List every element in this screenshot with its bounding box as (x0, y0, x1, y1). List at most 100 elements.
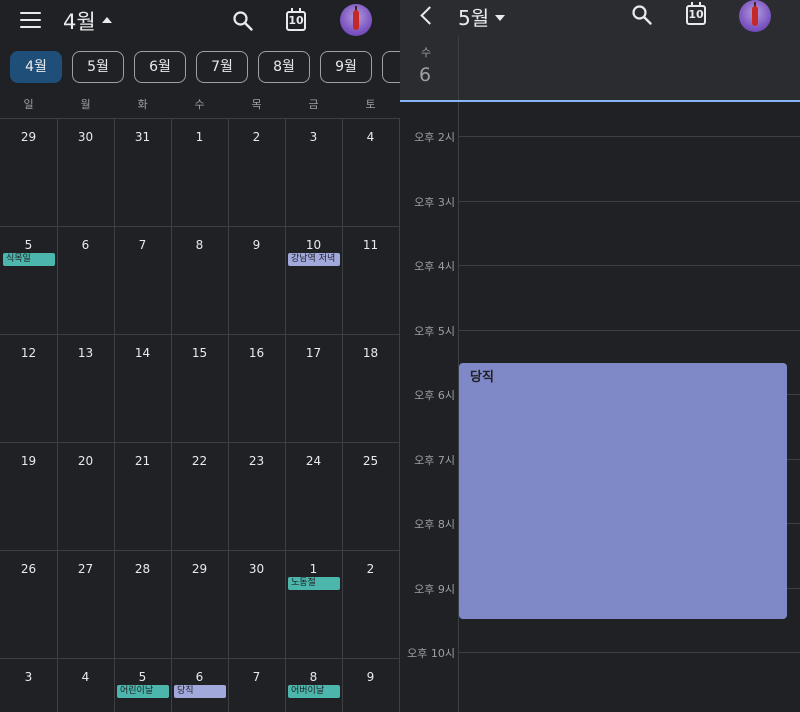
weekday-label: 일 (23, 98, 34, 111)
day-number[interactable]: 5 (114, 670, 171, 684)
caret-down-icon (495, 14, 506, 21)
hour-label: 오후 3시 (414, 195, 455, 209)
day-number[interactable]: 8 (285, 670, 342, 684)
day-number[interactable]: 24 (285, 454, 342, 468)
hour-label: 오후 8시 (414, 518, 455, 531)
month-selector[interactable]: 4월 (63, 6, 112, 36)
selected-day-of-week: 수 (421, 46, 432, 59)
event-chip[interactable]: 강남역 저녁 (288, 253, 340, 266)
event-chip[interactable]: 노동절 (288, 577, 340, 590)
day-number[interactable]: 5 (0, 238, 57, 252)
today-calendar-icon[interactable]: 10 (286, 8, 306, 31)
grid-line (0, 658, 400, 659)
day-number[interactable]: 6 (171, 670, 228, 684)
month-view-pane: 4월 10 4월5월6월7월8월9월1 일월화수목금토 293031123456… (0, 0, 400, 712)
day-number[interactable]: 22 (171, 454, 228, 468)
avatar[interactable] (739, 0, 771, 32)
day-number[interactable]: 23 (228, 454, 285, 468)
day-number[interactable]: 14 (114, 346, 171, 360)
hour-line (458, 265, 800, 266)
day-number[interactable]: 2 (228, 130, 285, 144)
day-number[interactable]: 12 (0, 346, 57, 360)
day-number[interactable]: 13 (57, 346, 114, 360)
hour-line (458, 329, 800, 331)
day-view-pane: 5월 10 수 6 오후 2시 오후 3시 오후 4시 오후 5시 오후 6시 오후 7시… (400, 0, 800, 712)
hour-label: 오후 9시 (414, 582, 455, 596)
caret-up-icon (101, 17, 112, 23)
weekday-label: 목 (251, 98, 262, 111)
event-block[interactable]: 당직 (459, 363, 787, 619)
month-chip[interactable]: 7월 (196, 51, 248, 83)
day-number[interactable]: 18 (342, 346, 399, 360)
day-number[interactable]: 2 (342, 562, 399, 576)
event-chip[interactable]: 어버이날 (288, 685, 340, 698)
day-number[interactable]: 3 (285, 130, 342, 144)
day-number[interactable]: 3 (0, 670, 57, 684)
day-number[interactable]: 30 (228, 562, 285, 576)
day-number[interactable]: 4 (57, 670, 114, 684)
month-title: 4월 (63, 10, 96, 34)
day-number[interactable]: 26 (0, 562, 57, 576)
hour-line (458, 652, 800, 653)
day-number[interactable]: 29 (171, 562, 228, 576)
day-number[interactable]: 17 (285, 346, 342, 360)
day-number[interactable]: 9 (342, 670, 399, 684)
grid-line (342, 118, 343, 712)
month-grid: 29 30 31 1 2 3 4 5 6 7 8 9 10 11 12 13 14 15 16 17 18 19 20 21 2… (0, 118, 400, 712)
day-number[interactable]: 27 (57, 562, 114, 576)
day-number[interactable]: 7 (114, 238, 171, 252)
grid-line (57, 118, 58, 712)
month-title: 5월 (458, 6, 490, 30)
day-number[interactable]: 30 (57, 130, 114, 144)
month-chip[interactable]: 8월 (258, 51, 310, 83)
hour-label: 오후 2시 (414, 131, 455, 144)
event-chip[interactable]: 당직 (174, 685, 226, 698)
selected-date[interactable]: 6 (419, 64, 431, 86)
event-chip[interactable]: 식목일 (3, 253, 55, 266)
hour-line (458, 136, 800, 137)
weekday-label: 토 (365, 98, 376, 111)
day-number[interactable]: 1 (285, 562, 342, 576)
day-number[interactable]: 4 (342, 130, 399, 144)
day-number[interactable]: 25 (342, 454, 399, 468)
weekday-label: 월 (80, 98, 91, 111)
search-icon[interactable] (232, 10, 254, 32)
day-number[interactable]: 8 (171, 238, 228, 252)
day-number[interactable]: 11 (342, 238, 399, 252)
day-number[interactable]: 29 (0, 130, 57, 144)
grid-line (171, 118, 172, 712)
month-chip[interactable]: 1 (382, 51, 400, 83)
day-number[interactable]: 6 (57, 238, 114, 252)
hour-label: 오후 10시 (407, 647, 455, 660)
day-number[interactable]: 31 (114, 130, 171, 144)
day-number[interactable]: 16 (228, 346, 285, 360)
grid-line (228, 118, 229, 712)
avatar[interactable] (340, 4, 372, 36)
month-chip[interactable]: 9월 (320, 51, 372, 83)
today-calendar-icon[interactable]: 10 (686, 2, 706, 25)
month-chip[interactable]: 6월 (134, 51, 186, 83)
event-chip[interactable]: 어린이날 (117, 685, 169, 698)
day-number[interactable]: 28 (114, 562, 171, 576)
day-number[interactable]: 7 (228, 670, 285, 684)
weekday-label: 금 (308, 98, 319, 111)
month-selector[interactable]: 5월 (458, 2, 506, 31)
month-chip[interactable]: 5월 (72, 51, 124, 83)
grid-line (0, 118, 400, 119)
month-chip[interactable]: 4월 (10, 51, 62, 83)
divider (458, 36, 459, 101)
search-icon[interactable] (631, 4, 653, 26)
day-number[interactable]: 15 (171, 346, 228, 360)
day-number[interactable]: 19 (0, 454, 57, 468)
day-number[interactable]: 9 (228, 238, 285, 252)
weekday-label: 화 (137, 98, 148, 111)
day-number[interactable]: 21 (114, 454, 171, 468)
grid-line (0, 442, 400, 443)
hour-label: 오후 4시 (414, 260, 455, 273)
back-arrow-icon[interactable] (420, 6, 434, 24)
day-number[interactable]: 20 (57, 454, 114, 468)
menu-icon[interactable] (20, 12, 41, 28)
day-number[interactable]: 10 (285, 238, 342, 252)
day-number[interactable]: 1 (171, 130, 228, 144)
weekday-label: 수 (194, 98, 205, 111)
